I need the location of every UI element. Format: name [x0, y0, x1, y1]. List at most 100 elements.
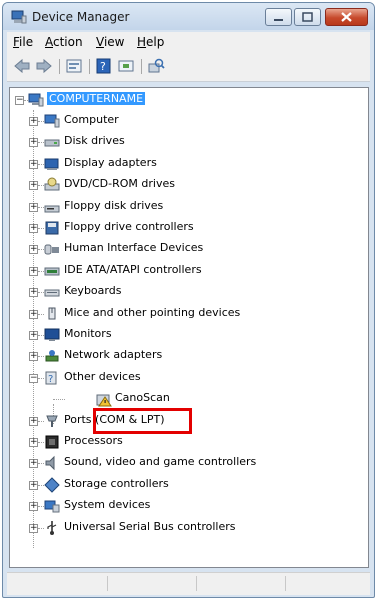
- tree-category[interactable]: + Monitors: [24, 325, 354, 345]
- maximize-icon: [302, 12, 313, 22]
- expand-button[interactable]: +: [29, 309, 38, 319]
- tree-category[interactable]: + Display adapters: [24, 154, 354, 174]
- tree-category[interactable]: + System devices: [24, 496, 354, 516]
- tree-device[interactable]: CanoScan: [47, 389, 247, 409]
- expand-button[interactable]: +: [29, 202, 38, 212]
- maximize-button[interactable]: [294, 8, 321, 26]
- hid-icon: [44, 244, 59, 255]
- title-bar[interactable]: Device Manager: [3, 3, 374, 30]
- tree-category-label[interactable]: Monitors: [64, 327, 112, 340]
- tree-category[interactable]: + DVD/CD-ROM drives: [24, 175, 354, 195]
- menu-bar: File Action View Help: [7, 32, 370, 53]
- close-icon: [341, 12, 352, 22]
- tree-category[interactable]: + Disk drives: [24, 132, 354, 152]
- device-tree[interactable]: − COMPUTERNAME + Computer + Disk drives + Dis…: [9, 87, 369, 568]
- tree-category[interactable]: + Processors: [24, 432, 354, 452]
- expand-button[interactable]: +: [29, 245, 38, 255]
- tree-category[interactable]: + Storage controllers: [24, 475, 354, 495]
- expand-button[interactable]: +: [29, 266, 38, 276]
- status-pane: [196, 576, 285, 591]
- status-pane: [285, 576, 366, 591]
- expand-button[interactable]: +: [29, 480, 38, 490]
- sound-icon: [45, 456, 55, 471]
- tree-category[interactable]: + Sound, video and game controllers: [24, 453, 354, 473]
- expand-button[interactable]: +: [29, 138, 38, 148]
- expand-button[interactable]: +: [29, 159, 38, 169]
- tree-root[interactable]: − COMPUTERNAME: [14, 90, 214, 110]
- tree-category-label[interactable]: Computer: [64, 113, 119, 126]
- toolbar: ?: [7, 53, 370, 82]
- tree-category-label[interactable]: Sound, video and game controllers: [64, 455, 256, 468]
- highlight-box: [93, 408, 192, 434]
- tree-category[interactable]: + Computer: [24, 111, 354, 131]
- menu-view[interactable]: View: [96, 35, 124, 49]
- status-pane: [107, 576, 196, 591]
- tree-category-label[interactable]: Storage controllers: [64, 477, 169, 490]
- expand-button[interactable]: +: [29, 459, 38, 469]
- tree-category[interactable]: + Floppy disk drives: [24, 197, 354, 217]
- tree-category-label[interactable]: Other devices: [64, 370, 141, 383]
- close-button[interactable]: [325, 8, 368, 26]
- tree-category[interactable]: + Universal Serial Bus controllers: [24, 518, 354, 538]
- port-icon: [46, 415, 58, 427]
- tree-category[interactable]: + IDE ATA/ATAPI controllers: [24, 261, 354, 281]
- expand-button[interactable]: +: [29, 416, 38, 426]
- properties-icon[interactable]: [65, 58, 83, 74]
- menu-file[interactable]: File: [13, 35, 33, 49]
- menu-action[interactable]: Action: [45, 35, 83, 49]
- toolbar-separator: [59, 59, 60, 74]
- expand-button[interactable]: +: [29, 224, 38, 233]
- floppy-controller-icon: [45, 221, 59, 235]
- tree-category-label[interactable]: Human Interface Devices: [64, 241, 203, 254]
- network-adapter-icon: [45, 350, 59, 362]
- tree-category[interactable]: −? Other devices: [24, 368, 354, 388]
- back-icon[interactable]: [13, 58, 31, 74]
- tree-device-label[interactable]: CanoScan: [115, 391, 170, 404]
- expand-button[interactable]: +: [29, 523, 38, 533]
- tree-category-label[interactable]: Processors: [64, 434, 123, 447]
- tree-category-label[interactable]: DVD/CD-ROM drives: [64, 177, 175, 190]
- minimize-button[interactable]: [265, 8, 292, 26]
- tree-category[interactable]: + Keyboards: [24, 282, 354, 302]
- system-devices-icon: [44, 500, 60, 513]
- update-driver-icon[interactable]: [117, 58, 135, 74]
- svg-text:?: ?: [100, 60, 106, 73]
- window-title: Device Manager: [32, 10, 130, 24]
- tree-category-label[interactable]: Floppy disk drives: [64, 199, 163, 212]
- device-manager-window: Device Manager File Action View Help ? −…: [2, 2, 375, 598]
- floppy-drive-icon: [44, 205, 60, 213]
- expand-button[interactable]: +: [29, 117, 38, 126]
- display-adapter-icon: [44, 158, 59, 170]
- tree-category-label[interactable]: Universal Serial Bus controllers: [64, 520, 235, 533]
- tree-category[interactable]: + Floppy drive controllers: [24, 218, 354, 238]
- help-icon[interactable]: ?: [95, 58, 113, 74]
- expand-button[interactable]: +: [29, 352, 38, 362]
- expand-button[interactable]: +: [29, 181, 38, 191]
- status-bar: [7, 572, 370, 595]
- collapse-root-button[interactable]: −: [15, 96, 24, 105]
- tree-category[interactable]: + Network adapters: [24, 346, 354, 366]
- tree-category-label[interactable]: Network adapters: [64, 348, 162, 361]
- menu-help[interactable]: Help: [137, 35, 164, 49]
- tree-category-label[interactable]: System devices: [64, 498, 150, 511]
- dvd-drive-icon: [44, 177, 60, 191]
- expand-button[interactable]: +: [29, 288, 38, 298]
- forward-icon[interactable]: [35, 58, 53, 74]
- expand-button[interactable]: +: [29, 502, 38, 512]
- tree-category-label[interactable]: Mice and other pointing devices: [64, 306, 240, 319]
- computer-icon: [44, 114, 60, 128]
- tree-category-label[interactable]: Display adapters: [64, 156, 157, 169]
- scan-hardware-icon[interactable]: [147, 58, 165, 74]
- expand-button[interactable]: +: [29, 438, 38, 447]
- storage-controller-icon: [44, 477, 60, 493]
- collapse-button[interactable]: −: [29, 373, 38, 383]
- tree-category-label[interactable]: Disk drives: [64, 134, 125, 147]
- tree-category-label[interactable]: IDE ATA/ATAPI controllers: [64, 263, 202, 276]
- tree-category-label[interactable]: Keyboards: [64, 284, 121, 297]
- tree-category[interactable]: + Human Interface Devices: [24, 239, 354, 259]
- tree-root-label[interactable]: COMPUTERNAME: [47, 92, 146, 105]
- tree-category[interactable]: + Mice and other pointing devices: [24, 304, 354, 324]
- tree-category-label[interactable]: Floppy drive controllers: [64, 220, 194, 233]
- disk-drive-icon: [44, 139, 60, 147]
- expand-button[interactable]: +: [29, 331, 38, 340]
